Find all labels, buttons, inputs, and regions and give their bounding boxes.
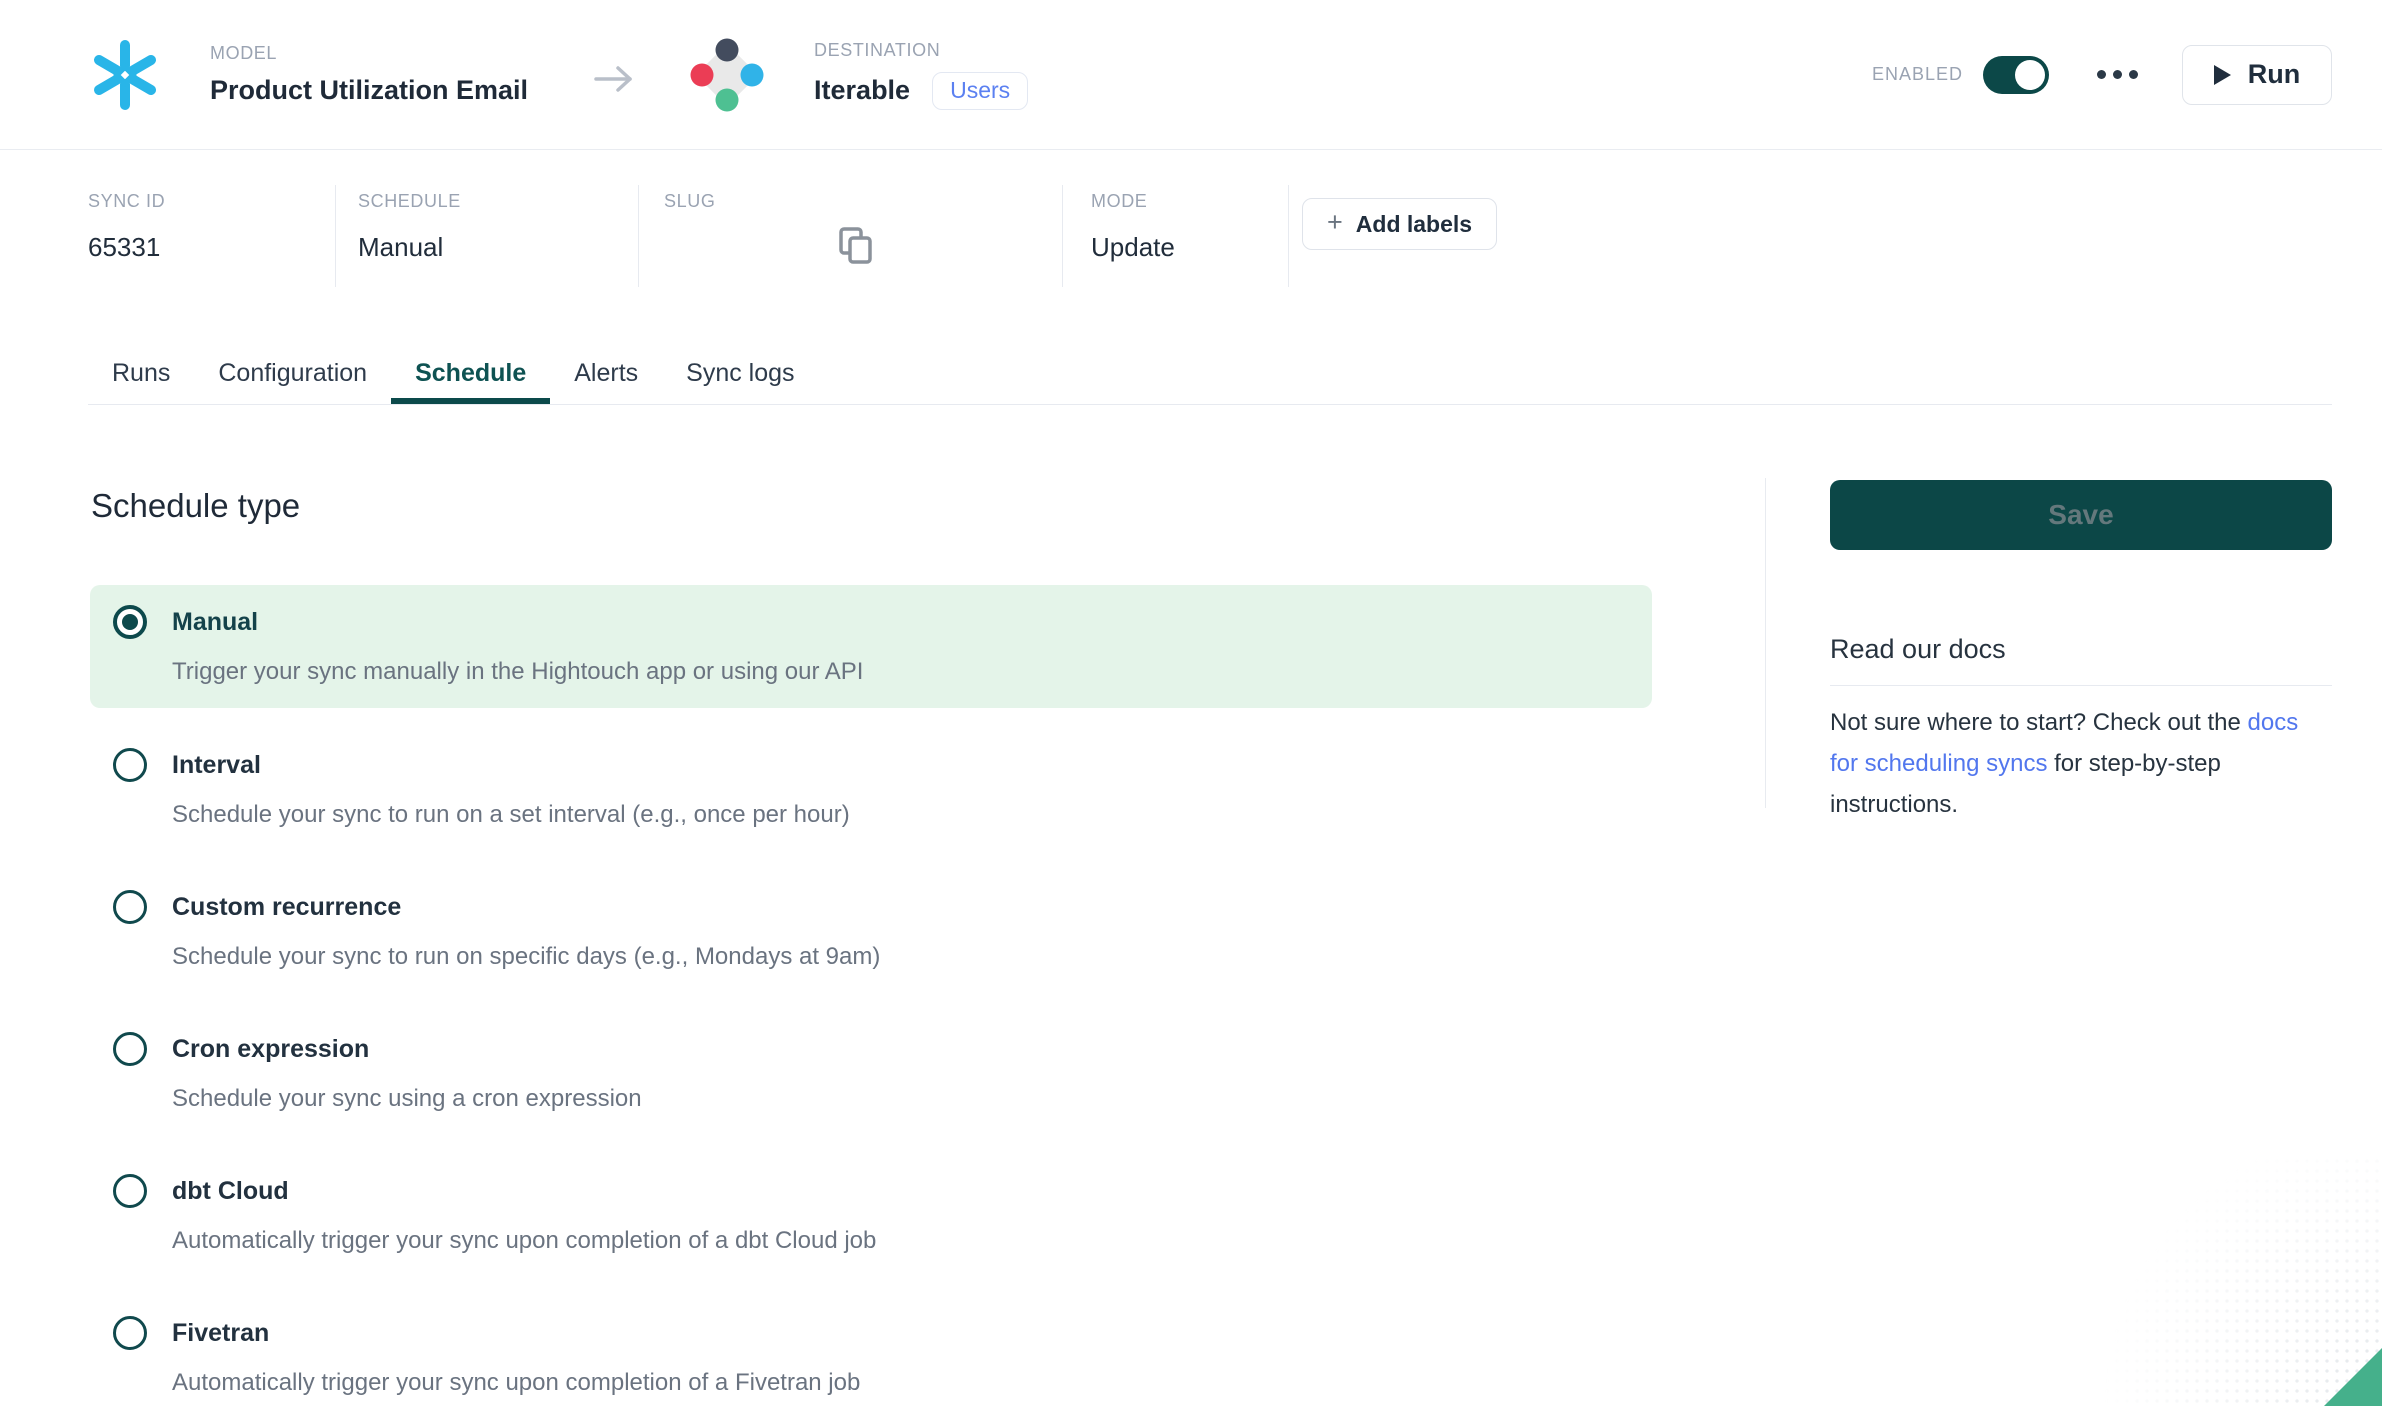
slug-label: SLUG xyxy=(664,191,1062,212)
mode-label: MODE xyxy=(1091,191,1288,212)
tab-runs[interactable]: Runs xyxy=(88,342,194,404)
option-manual[interactable]: Manual Trigger your sync manually in the… xyxy=(90,585,1652,708)
tab-schedule[interactable]: Schedule xyxy=(391,342,550,404)
ellipsis-icon xyxy=(2097,70,2106,79)
radio-manual-selected[interactable] xyxy=(113,605,147,639)
option-label: dbt Cloud xyxy=(172,1176,876,1206)
iterable-icon xyxy=(688,36,766,114)
option-description: Automatically trigger your sync upon com… xyxy=(172,1368,860,1398)
option-interval[interactable]: Interval Schedule your sync to run on a … xyxy=(90,750,1652,830)
radio-interval[interactable] xyxy=(113,748,147,782)
run-button-label: Run xyxy=(2248,59,2300,90)
add-labels-button[interactable]: + Add labels xyxy=(1302,198,1497,250)
save-button[interactable]: Save xyxy=(1830,480,2332,550)
tab-configuration[interactable]: Configuration xyxy=(194,342,391,404)
arrow-right-icon xyxy=(592,62,636,96)
option-label: Custom recurrence xyxy=(172,892,880,922)
model-eyebrow: MODEL xyxy=(210,43,528,64)
schedule-label: SCHEDULE xyxy=(358,191,638,212)
slug-field: SLUG xyxy=(639,185,1063,287)
schedule-type-heading: Schedule type xyxy=(91,487,300,525)
radio-cron-expression[interactable] xyxy=(113,1032,147,1066)
option-cron-expression[interactable]: Cron expression Schedule your sync using… xyxy=(90,1034,1652,1114)
copy-icon xyxy=(837,226,875,266)
right-rail: Save Read our docs Not sure where to sta… xyxy=(1830,480,2332,825)
toggle-knob xyxy=(2015,60,2045,90)
mode-field: MODE Update xyxy=(1063,185,1289,287)
users-badge[interactable]: Users xyxy=(932,72,1028,110)
sync-id-value: 65331 xyxy=(88,232,335,263)
radio-custom-recurrence[interactable] xyxy=(113,890,147,924)
sync-tabs: Runs Configuration Schedule Alerts Sync … xyxy=(88,342,2332,405)
schedule-type-options: Manual Trigger your sync manually in the… xyxy=(90,585,1652,1398)
option-fivetran[interactable]: Fivetran Automatically trigger your sync… xyxy=(90,1318,1652,1398)
sync-id-field: SYNC ID 65331 xyxy=(88,185,336,287)
sync-info-bar: SYNC ID 65331 SCHEDULE Manual SLUG MODE … xyxy=(88,185,2332,287)
option-description: Schedule your sync to run on specific da… xyxy=(172,942,880,972)
schedule-value: Manual xyxy=(358,232,638,263)
option-label: Cron expression xyxy=(172,1034,642,1064)
radio-dbt-cloud[interactable] xyxy=(113,1174,147,1208)
enabled-toggle[interactable] xyxy=(1983,56,2049,94)
content-divider xyxy=(1765,478,1766,808)
option-description: Automatically trigger your sync upon com… xyxy=(172,1226,876,1256)
docs-heading: Read our docs xyxy=(1830,634,2332,686)
copy-slug-button[interactable] xyxy=(837,226,875,269)
radio-fivetran[interactable] xyxy=(113,1316,147,1350)
snowflake-icon xyxy=(88,38,162,112)
mode-value: Update xyxy=(1091,232,1288,263)
tab-sync-logs[interactable]: Sync logs xyxy=(662,342,818,404)
destination-eyebrow: DESTINATION xyxy=(814,40,1028,61)
destination-entity: DESTINATION Iterable Users xyxy=(688,36,1028,114)
play-icon xyxy=(2214,65,2231,85)
option-label: Interval xyxy=(172,750,850,780)
docs-help-text: Not sure where to start? Check out the d… xyxy=(1830,702,2332,825)
option-dbt-cloud[interactable]: dbt Cloud Automatically trigger your syn… xyxy=(90,1176,1652,1256)
tab-alerts[interactable]: Alerts xyxy=(550,342,662,404)
option-description: Schedule your sync to run on a set inter… xyxy=(172,800,850,830)
option-label: Fivetran xyxy=(172,1318,860,1348)
enabled-label: ENABLED xyxy=(1872,64,1963,85)
option-label: Manual xyxy=(172,607,863,637)
option-custom-recurrence[interactable]: Custom recurrence Schedule your sync to … xyxy=(90,892,1652,972)
model-entity: MODEL Product Utilization Email xyxy=(88,38,528,112)
plus-icon: + xyxy=(1327,207,1343,238)
destination-title: Iterable xyxy=(814,75,910,106)
add-labels-label: Add labels xyxy=(1356,211,1472,238)
sync-id-label: SYNC ID xyxy=(88,191,335,212)
run-button[interactable]: Run xyxy=(2182,45,2332,105)
corner-triangle-decoration xyxy=(2324,1348,2382,1406)
option-description: Schedule your sync using a cron expressi… xyxy=(172,1084,642,1114)
sync-header: MODEL Product Utilization Email DESTINAT… xyxy=(0,0,2382,150)
more-menu-button[interactable] xyxy=(2095,64,2140,85)
option-description: Trigger your sync manually in the Highto… xyxy=(172,657,863,687)
schedule-field: SCHEDULE Manual xyxy=(336,185,639,287)
model-title: Product Utilization Email xyxy=(210,75,528,106)
